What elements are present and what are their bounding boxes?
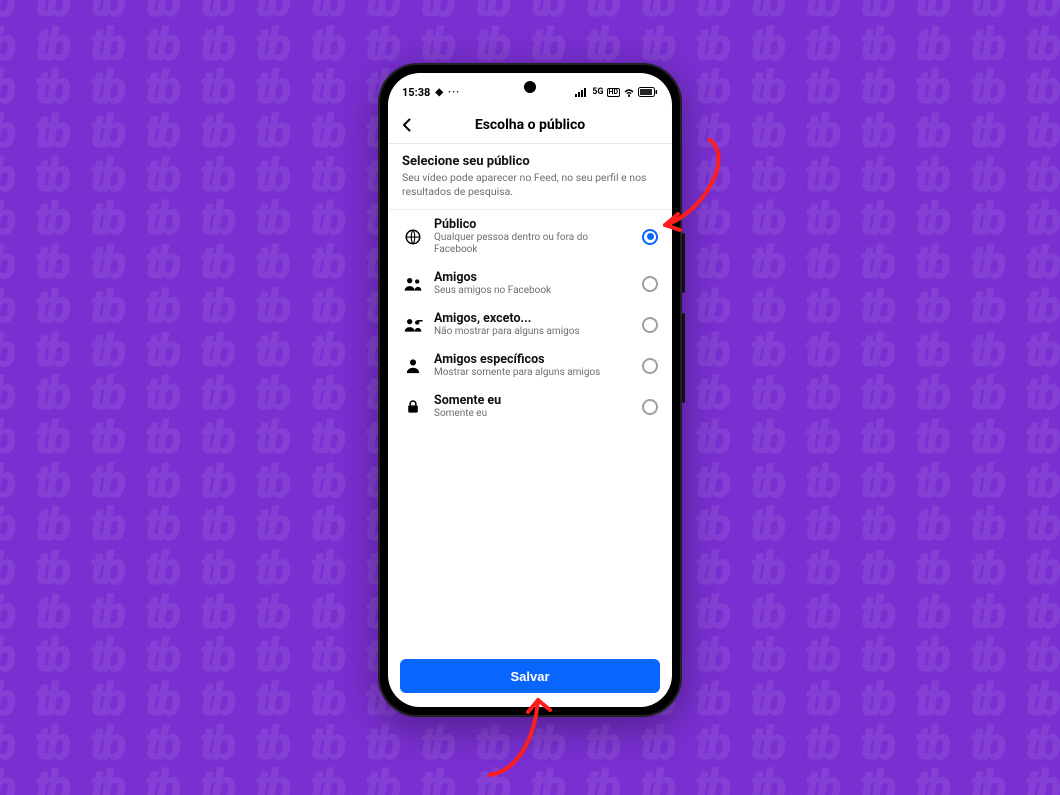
option-label: Amigos, exceto... bbox=[434, 311, 632, 326]
page-background: tbtbtbtbtbtbtbtbtbtbtbtbtbtbtbtbtbtbtbtb… bbox=[0, 0, 1060, 795]
option-label: Somente eu bbox=[434, 393, 632, 408]
lock-icon bbox=[402, 399, 424, 415]
friends-except-icon bbox=[402, 317, 424, 333]
status-time: 15:38 bbox=[402, 86, 430, 99]
phone-frame: 15:38 ◆ ··· 5G HD bbox=[378, 63, 682, 717]
option-label: Amigos específicos bbox=[434, 352, 632, 367]
radio-unselected[interactable] bbox=[642, 317, 658, 333]
save-button-label: Salvar bbox=[510, 669, 549, 684]
status-dot-icon: ◆ bbox=[435, 87, 443, 98]
option-description: Não mostrar para alguns amigos bbox=[434, 326, 632, 338]
save-button[interactable]: Salvar bbox=[400, 659, 660, 693]
specific-friend-icon bbox=[402, 358, 424, 374]
audience-option-public[interactable]: Público Qualquer pessoa dentro ou fora d… bbox=[388, 210, 672, 263]
audience-option-only-me[interactable]: Somente eu Somente eu bbox=[388, 386, 672, 427]
intro-subtitle: Seu vídeo pode aparecer no Feed, no seu … bbox=[402, 171, 658, 199]
status-left: 15:38 ◆ ··· bbox=[402, 86, 460, 99]
intro-section: Selecione seu público Seu vídeo pode apa… bbox=[388, 144, 672, 210]
save-section: Salvar bbox=[388, 649, 672, 707]
phone-camera-dot bbox=[524, 81, 536, 93]
option-description: Mostrar somente para alguns amigos bbox=[434, 367, 632, 379]
wifi-icon bbox=[623, 87, 635, 97]
option-label: Público bbox=[434, 217, 632, 232]
option-label: Amigos bbox=[434, 270, 632, 285]
intro-title: Selecione seu público bbox=[402, 154, 658, 169]
status-right: 5G HD bbox=[575, 87, 658, 97]
radio-unselected[interactable] bbox=[642, 276, 658, 292]
status-more-icon: ··· bbox=[448, 87, 460, 98]
option-description: Somente eu bbox=[434, 408, 632, 420]
audience-option-specific-friends[interactable]: Amigos específicos Mostrar somente para … bbox=[388, 345, 672, 386]
globe-icon bbox=[402, 228, 424, 246]
chevron-left-icon bbox=[399, 117, 415, 133]
radio-unselected[interactable] bbox=[642, 399, 658, 415]
app-header: Escolha o público bbox=[388, 107, 672, 144]
network-label: 5G bbox=[592, 87, 603, 97]
radio-selected[interactable] bbox=[642, 229, 658, 245]
friends-icon bbox=[402, 276, 424, 292]
battery-icon bbox=[638, 87, 658, 97]
header-title: Escolha o público bbox=[388, 117, 672, 133]
option-description: Qualquer pessoa dentro ou fora do Facebo… bbox=[434, 232, 632, 256]
phone-screen: 15:38 ◆ ··· 5G HD bbox=[388, 73, 672, 707]
audience-options-list: Público Qualquer pessoa dentro ou fora d… bbox=[388, 210, 672, 649]
option-description: Seus amigos no Facebook bbox=[434, 285, 632, 297]
back-button[interactable] bbox=[388, 107, 426, 143]
hd-badge-icon: HD bbox=[607, 88, 621, 97]
audience-option-friends[interactable]: Amigos Seus amigos no Facebook bbox=[388, 263, 672, 304]
audience-option-friends-except[interactable]: Amigos, exceto... Não mostrar para algun… bbox=[388, 304, 672, 345]
signal-icon bbox=[575, 87, 589, 97]
radio-unselected[interactable] bbox=[642, 358, 658, 374]
